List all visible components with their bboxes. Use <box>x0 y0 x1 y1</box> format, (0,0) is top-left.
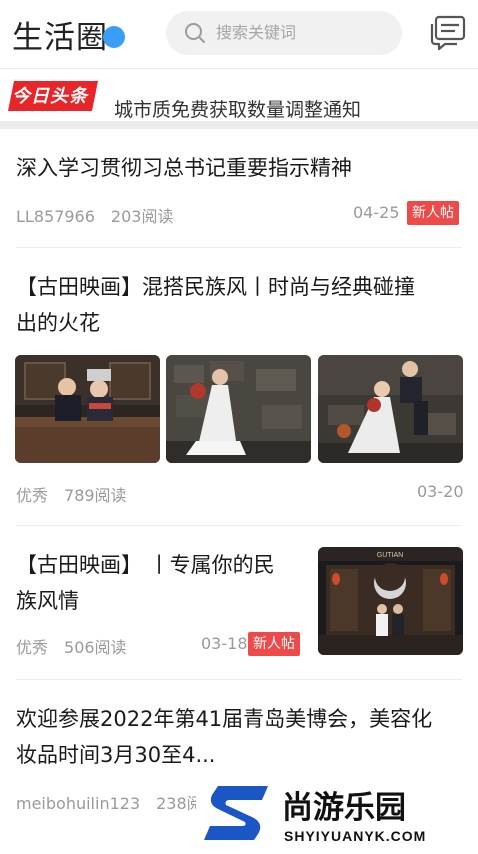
post-title-line: 出的火花 <box>16 311 100 335</box>
post-author: LL857966 <box>16 207 95 226</box>
post-title-line: 【古田映画】 丨专属你的民 <box>16 553 275 577</box>
top-bar: 生活圈 搜索关键词 <box>0 0 478 68</box>
post-title-line: 妆品时间3月30至4... <box>16 743 216 767</box>
toutiao-logo-text: 今日头条 <box>12 86 88 107</box>
search-icon <box>185 23 205 43</box>
watermark: 尚游乐园 SHYIYUANYK.COM <box>196 778 478 850</box>
post-meta: LL857966 203阅读 <box>16 203 173 227</box>
post-views: 506阅读 <box>64 638 127 657</box>
post-author: 优秀 <box>16 486 49 505</box>
post-title[interactable]: 欢迎参展2022年第41届青岛美博会，美容化 妆品时间3月30至4... <box>16 701 432 773</box>
post-meta: meibohuilin123 238阅 <box>16 790 203 814</box>
post-meta: 优秀 789阅读 <box>16 482 127 506</box>
post-date: 03-18 <box>201 634 248 653</box>
post-title-line: 族风情 <box>16 589 79 613</box>
post-title-line: 【古田映画】混搭民族风丨时尚与经典碰撞 <box>16 275 415 299</box>
headline-ticker[interactable]: 今日头条 城市质免费获取数量调整通知 <box>0 69 478 121</box>
thumb-sign-text: GUTIAN <box>377 552 403 559</box>
post-author: meibohuilin123 <box>16 794 141 813</box>
watermark-brand: 尚游乐园 <box>282 790 406 826</box>
post-date: 03-20 <box>417 482 464 501</box>
post-title[interactable]: 【古田映画】 丨专属你的民 族风情 <box>16 547 275 619</box>
post-item[interactable]: 【古田映画】 丨专属你的民 族风情 优秀 506阅读 03-18 新人帖 GUTI… <box>0 526 478 679</box>
watermark-logo: 尚游乐园 SHYIYUANYK.COM <box>196 778 478 850</box>
page-title: 生活圈 <box>12 20 108 56</box>
post-author: 优秀 <box>16 638 49 657</box>
message-icon[interactable] <box>429 15 467 51</box>
post-image[interactable] <box>166 355 311 463</box>
post-date: 04-25 <box>353 203 400 222</box>
new-post-badge: 新人帖 <box>248 632 300 656</box>
post-title[interactable]: 深入学习贯彻习总书记重要指示精神 <box>16 150 352 186</box>
post-title-line: 欢迎参展2022年第41届青岛美博会，美容化 <box>16 707 433 731</box>
post-image[interactable] <box>318 355 463 463</box>
watermark-url: SHYIYUANYK.COM <box>284 828 426 844</box>
search-placeholder: 搜索关键词 <box>216 23 297 42</box>
post-item[interactable]: 深入学习贯彻习总书记重要指示精神 LL857966 203阅读 04-25 新人帖 <box>0 129 478 247</box>
notification-dot <box>103 26 125 48</box>
post-views: 789阅读 <box>64 486 127 505</box>
ticker-headline[interactable]: 城市质免费获取数量调整通知 <box>114 95 361 121</box>
search-input[interactable]: 搜索关键词 <box>166 11 402 55</box>
post-item[interactable]: 【古田映画】混搭民族风丨时尚与经典碰撞 出的火花 优秀 789阅读 03-20 <box>0 248 478 525</box>
post-image[interactable]: GUTIAN <box>318 547 463 655</box>
section-divider <box>0 121 478 129</box>
post-image[interactable] <box>15 355 160 463</box>
post-views: 203阅读 <box>110 207 174 226</box>
new-post-badge: 新人帖 <box>407 201 459 225</box>
post-meta: 优秀 506阅读 <box>16 634 127 658</box>
post-title[interactable]: 【古田映画】混搭民族风丨时尚与经典碰撞 出的火花 <box>16 269 415 341</box>
